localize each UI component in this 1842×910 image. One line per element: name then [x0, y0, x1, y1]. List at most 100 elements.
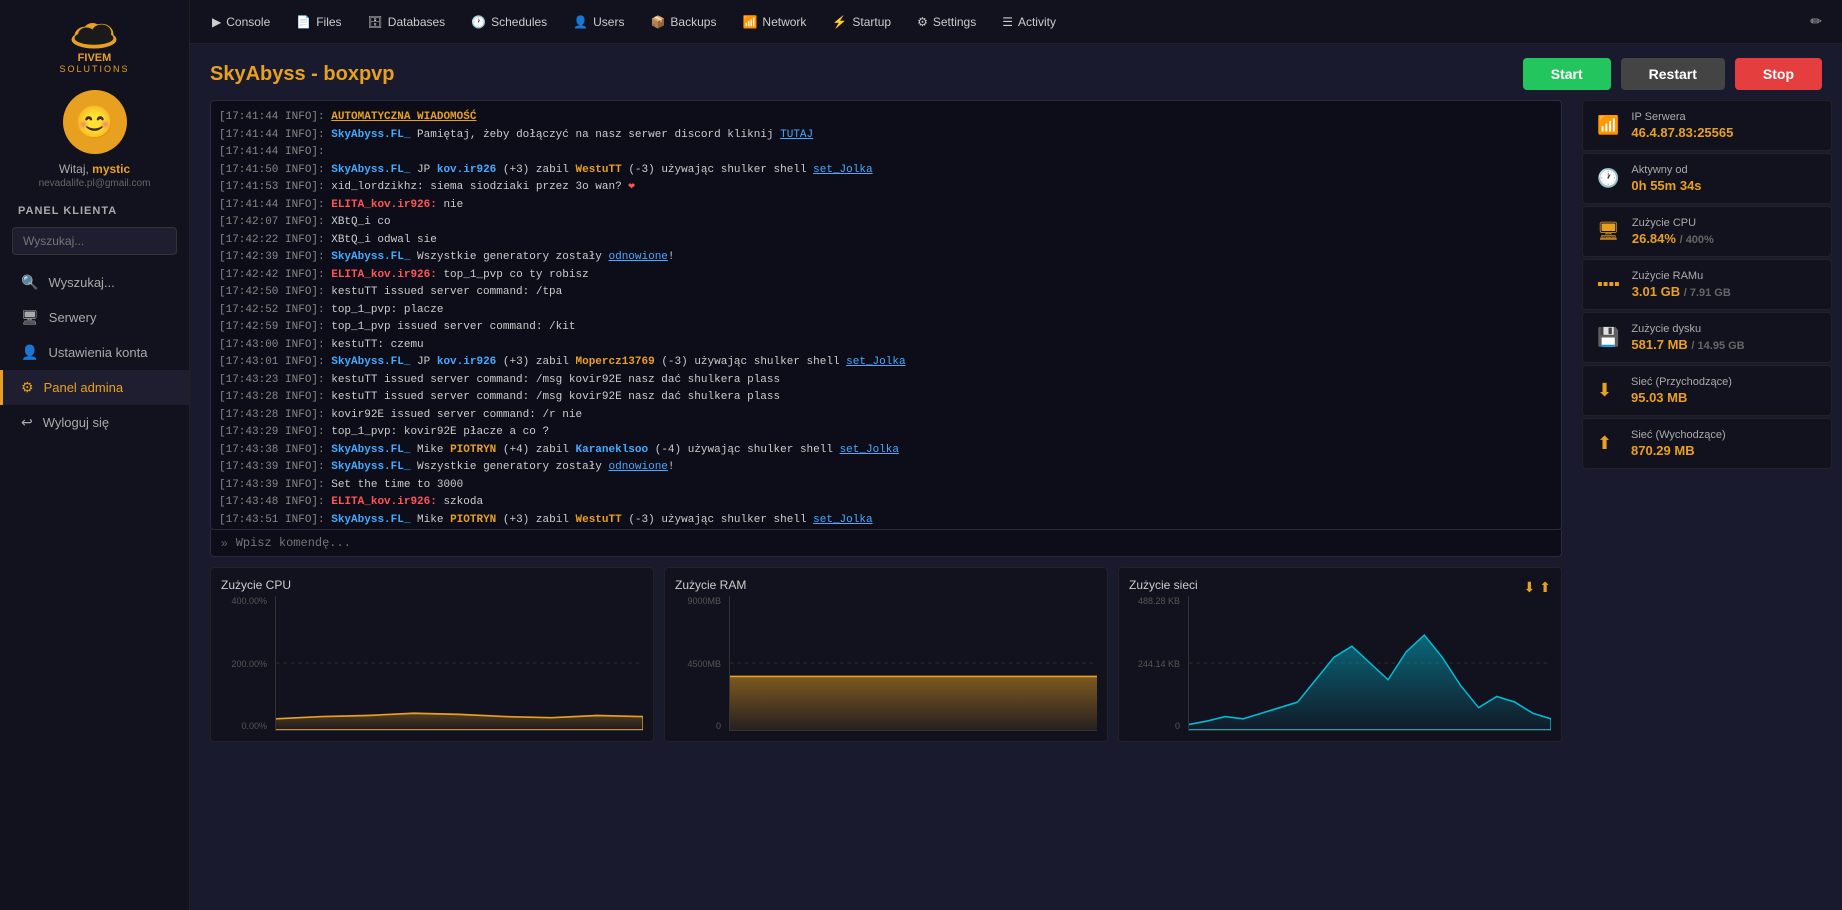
cpu-y-max: 400.00% — [231, 596, 267, 606]
cpu-chart-title: Zużycie CPU — [221, 578, 643, 592]
sidebar: FIVEM SOLUTIONS 😊 Witaj, mystic nevadali… — [0, 0, 190, 910]
edit-button[interactable]: ✏ — [1800, 7, 1832, 36]
start-button[interactable]: Start — [1523, 58, 1611, 90]
backups-icon: 📦 — [650, 15, 665, 29]
restart-button[interactable]: Restart — [1621, 58, 1725, 90]
sidebar-item-admin[interactable]: ⚙ Panel admina — [0, 370, 189, 405]
net-y-max: 488.28 KB — [1138, 596, 1180, 606]
tab-label: Users — [593, 15, 624, 29]
sidebar-item-search[interactable]: 🔍 Wyszukaj... — [0, 265, 189, 300]
network-chart-icons: ⬇ ⬆ — [1524, 579, 1551, 596]
users-icon: 👤 — [573, 15, 588, 29]
console-line: [17:41:44 INFO]: ELITA_kov.ir926: nie — [219, 197, 1553, 214]
console-line: [17:43:51 INFO]: SkyAbyss.FL_ Mike PIOTR… — [219, 512, 1553, 529]
avatar: 😊 — [63, 90, 127, 154]
console-line: [17:43:01 INFO]: SkyAbyss.FL_ JP kov.ir9… — [219, 354, 1553, 371]
console-line: [17:41:50 INFO]: SkyAbyss.FL_ JP kov.ir9… — [219, 162, 1553, 179]
settings-icon: ⚙ — [917, 15, 928, 29]
server-header: SkyAbyss - boxpvp Start Restart Stop — [190, 44, 1842, 100]
panel-title: PANEL KLIENTA — [0, 205, 117, 217]
ram-chart-svg — [730, 596, 1097, 730]
console-line: [17:42:39 INFO]: SkyAbyss.FL_ Wszystkie … — [219, 249, 1553, 266]
console-input-area: » — [210, 530, 1562, 557]
tab-label: Startup — [852, 15, 891, 29]
tab-databases[interactable]: 🗄 Databases — [356, 9, 458, 35]
console-line: [17:43:29 INFO]: top_1_pvp: kovir92E pła… — [219, 424, 1553, 441]
charts-row: Zużycie CPU 400.00% 200.00% 0.00% — [210, 557, 1562, 742]
network-icon: 📶 — [742, 15, 757, 29]
sidebar-item-label: Serwery — [49, 310, 97, 325]
stat-net-out-info: Sieć (Wychodzące) 870.29 MB — [1631, 429, 1726, 458]
tab-schedules[interactable]: 🕐 Schedules — [459, 9, 559, 35]
tab-network[interactable]: 📶 Network — [730, 9, 818, 35]
user-email: nevadalife.pl@gmail.com — [39, 178, 151, 189]
console-line: [17:43:28 INFO]: kestuTT issued server c… — [219, 389, 1553, 406]
upload-icon[interactable]: ⬆ — [1539, 579, 1551, 596]
sidebar-item-label: Panel admina — [44, 380, 124, 395]
console-line: [17:42:07 INFO]: XBtQ_i co — [219, 214, 1553, 231]
logo-fivem: FIVEM — [78, 52, 112, 64]
network-chart-title: Zużycie sieci — [1129, 578, 1198, 592]
sidebar-item-label: Wyloguj się — [43, 415, 109, 430]
activity-icon: ☰ — [1002, 15, 1013, 29]
tab-settings[interactable]: ⚙ Settings — [905, 9, 988, 35]
stop-button[interactable]: Stop — [1735, 58, 1822, 90]
tab-label: Backups — [670, 15, 716, 29]
console-line: [17:43:38 INFO]: SkyAbyss.FL_ Mike PIOTR… — [219, 442, 1553, 459]
stat-cpu: 🖥 Zużycie CPU 26.84% / 400% — [1582, 206, 1832, 257]
stat-net-out: ⬆ Sieć (Wychodzące) 870.29 MB — [1582, 418, 1832, 469]
stat-ram-info: Zużycie RAMu 3.01 GB / 7.91 GB — [1632, 270, 1731, 299]
tab-activity[interactable]: ☰ Activity — [990, 9, 1068, 35]
stat-cpu-info: Zużycie CPU 26.84% / 400% — [1632, 217, 1714, 246]
console-line: [17:42:59 INFO]: top_1_pvp issued server… — [219, 319, 1553, 336]
upload-stat-icon: ⬆ — [1597, 433, 1619, 454]
sidebar-nav: 🔍 Wyszukaj... 🖥 Serwery 👤 Ustawienia kon… — [0, 265, 189, 440]
net-y-mid: 244.14 KB — [1138, 659, 1180, 669]
disk-icon: 💾 — [1597, 327, 1619, 348]
logout-icon: ↩ — [21, 414, 33, 431]
tab-label: Files — [316, 15, 341, 29]
console-input[interactable] — [236, 536, 1551, 550]
server-icon: 🖥 — [21, 309, 39, 326]
tab-backups[interactable]: 📦 Backups — [638, 9, 728, 35]
tab-users[interactable]: 👤 Users — [561, 9, 636, 35]
stat-net-in-info: Sieć (Przychodzące) 95.03 MB — [1631, 376, 1732, 405]
search-icon: 🔍 — [21, 274, 38, 291]
tab-console[interactable]: ▶ Console — [200, 9, 282, 35]
console-line: [17:43:39 INFO]: SkyAbyss.FL_ Wszystkie … — [219, 459, 1553, 476]
download-icon[interactable]: ⬇ — [1524, 579, 1536, 596]
tab-label: Network — [762, 15, 806, 29]
stat-ram-label: Zużycie RAMu — [1632, 270, 1731, 282]
search-input[interactable] — [12, 227, 177, 255]
tab-label: Console — [226, 15, 270, 29]
cpu-chart: Zużycie CPU 400.00% 200.00% 0.00% — [210, 567, 654, 742]
console-line: [17:42:42 INFO]: ELITA_kov.ir926: top_1_… — [219, 267, 1553, 284]
stats-panel: 📶 IP Serwera 46.4.87.83:25565 🕐 Aktywny … — [1572, 100, 1842, 910]
sidebar-item-account[interactable]: 👤 Ustawienia konta — [0, 335, 189, 370]
console-line: [17:42:52 INFO]: top_1_pvp: placze — [219, 302, 1553, 319]
ram-chart: Zużycie RAM 9000MB 4500MB 0 — [664, 567, 1108, 742]
ram-y-max: 9000MB — [687, 596, 721, 606]
console-icon: ▶ — [212, 15, 221, 29]
logo: FIVEM SOLUTIONS — [59, 12, 129, 74]
stat-disk-value: 581.7 MB / 14.95 GB — [1631, 337, 1744, 352]
stat-disk-info: Zużycie dysku 581.7 MB / 14.95 GB — [1631, 323, 1744, 352]
stat-net-out-value: 870.29 MB — [1631, 443, 1726, 458]
console-output: [17:41:44 INFO]: AUTOMATYCZNA WIADOMOŚĆ … — [210, 100, 1562, 530]
greeting-text: Witaj, mystic — [59, 162, 130, 176]
user-icon: 👤 — [21, 344, 38, 361]
logo-icon — [64, 12, 124, 52]
stat-ram-value: 3.01 GB / 7.91 GB — [1632, 284, 1731, 299]
tab-label: Schedules — [491, 15, 547, 29]
files-icon: 📄 — [296, 15, 311, 29]
sidebar-item-servers[interactable]: 🖥 Serwery — [0, 300, 189, 335]
stat-ip-value: 46.4.87.83:25565 — [1631, 125, 1733, 140]
console-line: [17:43:48 INFO]: ELITA_kov.ir926: szkoda — [219, 494, 1553, 511]
schedules-icon: 🕐 — [471, 15, 486, 29]
console-panel: [17:41:44 INFO]: AUTOMATYCZNA WIADOMOŚĆ … — [190, 100, 1572, 910]
stat-ip: 📶 IP Serwera 46.4.87.83:25565 — [1582, 100, 1832, 151]
tab-startup[interactable]: ⚡ Startup — [820, 9, 903, 35]
sidebar-item-logout[interactable]: ↩ Wyloguj się — [0, 405, 189, 440]
console-line: [17:41:44 INFO]: AUTOMATYCZNA WIADOMOŚĆ — [219, 109, 1553, 126]
tab-files[interactable]: 📄 Files — [284, 9, 353, 35]
